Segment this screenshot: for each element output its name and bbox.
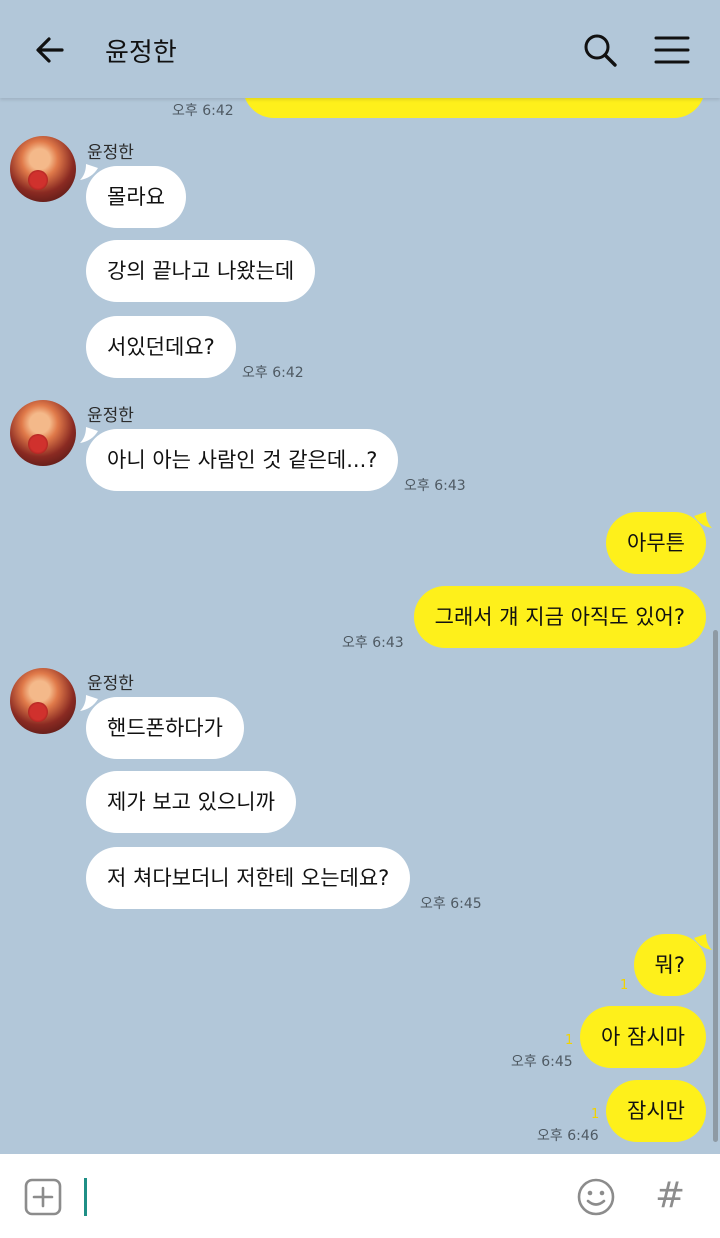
my-message-bubble[interactable]: 잠시만 xyxy=(606,1080,706,1142)
chat-header: 윤정한 xyxy=(0,0,720,98)
avatar[interactable] xyxy=(10,668,76,734)
avatar[interactable] xyxy=(10,400,76,466)
message-list[interactable]: 오후 6:42 윤정한 몰라요 강의 끝나고 나왔는데 서있던데요? 오후 6:… xyxy=(0,98,720,1154)
plus-box-icon[interactable] xyxy=(24,1178,62,1216)
chat-title: 윤정한 xyxy=(105,38,177,68)
message-time: 오후 6:43 xyxy=(342,635,404,651)
message-bubble[interactable]: 제가 보고 있으니까 xyxy=(86,771,296,833)
back-arrow-icon[interactable] xyxy=(30,30,70,70)
sender-name: 윤정한 xyxy=(87,406,134,426)
message-bubble[interactable]: 핸드폰하다가 xyxy=(86,697,244,759)
avatar[interactable] xyxy=(10,136,76,202)
my-message-bubble[interactable]: 아무튼 xyxy=(606,512,706,574)
partial-my-bubble xyxy=(243,98,705,118)
message-bubble[interactable]: 몰라요 xyxy=(86,166,186,228)
message-input-field[interactable] xyxy=(84,1178,87,1216)
hashtag-icon[interactable]: # xyxy=(655,1174,685,1218)
unread-count: 1 xyxy=(620,978,629,993)
message-bubble[interactable]: 강의 끝나고 나왔는데 xyxy=(86,240,316,302)
message-bubble[interactable]: 저 쳐다보더니 저한테 오는데요? xyxy=(86,847,411,909)
message-time: 오후 6:42 xyxy=(172,103,234,119)
my-message-bubble[interactable]: 그래서 걔 지금 아직도 있어? xyxy=(413,586,706,648)
sender-name: 윤정한 xyxy=(87,143,134,163)
message-time: 오후 6:46 xyxy=(537,1128,599,1144)
message-time: 오후 6:43 xyxy=(404,478,466,494)
sender-name: 윤정한 xyxy=(87,674,134,694)
my-message-bubble[interactable]: 뭐? xyxy=(633,934,706,996)
emoji-icon[interactable] xyxy=(576,1177,616,1217)
my-message-bubble[interactable]: 아 잠시마 xyxy=(580,1006,706,1068)
message-time: 오후 6:45 xyxy=(511,1054,573,1070)
message-bubble[interactable]: 아니 아는 사람인 것 같은데...? xyxy=(86,429,399,491)
unread-count: 1 xyxy=(565,1033,574,1048)
menu-icon[interactable] xyxy=(652,30,692,70)
search-icon[interactable] xyxy=(580,30,620,70)
message-time: 오후 6:42 xyxy=(242,365,304,381)
scrollbar[interactable] xyxy=(713,630,718,1142)
message-input-bar: # xyxy=(0,1154,720,1238)
message-bubble[interactable]: 서있던데요? xyxy=(86,316,236,378)
message-time: 오후 6:45 xyxy=(420,896,482,912)
unread-count: 1 xyxy=(591,1107,600,1122)
